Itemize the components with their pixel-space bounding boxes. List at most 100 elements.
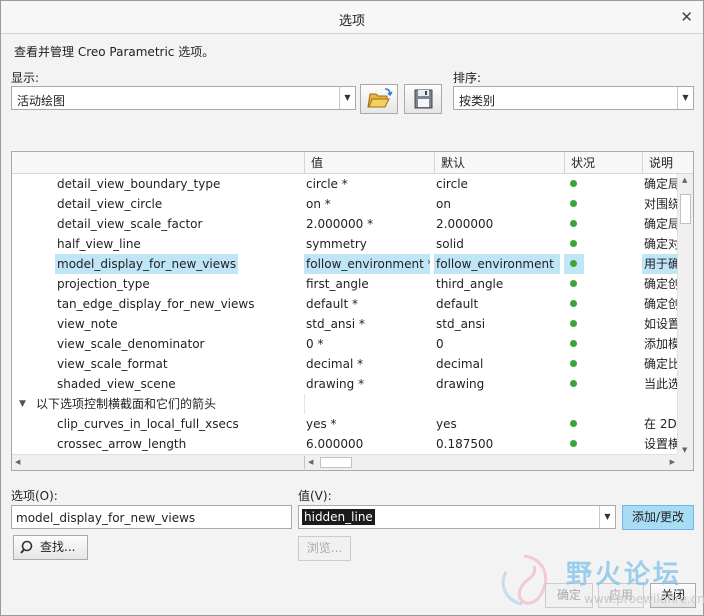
- option-name: half_view_line: [57, 237, 141, 251]
- option-default: yes: [436, 417, 457, 431]
- option-default: on: [436, 197, 451, 211]
- table-row[interactable]: projection_type first_angle third_angle 确定创: [12, 274, 678, 294]
- sort-select[interactable]: 按类别 ▼: [453, 86, 694, 110]
- option-name: crossec_arrow_length: [57, 437, 187, 451]
- scroll-up-icon[interactable]: ▲: [682, 176, 687, 184]
- display-label: 显示:: [11, 71, 40, 85]
- scroll-thumb[interactable]: [320, 457, 352, 468]
- option-value: first_angle: [306, 277, 369, 291]
- value-field-label: 值(V):: [298, 489, 332, 503]
- table-row[interactable]: shaded_view_scene drawing * drawing 当此选: [12, 374, 678, 394]
- option-name: projection_type: [57, 277, 150, 291]
- scroll-down-icon[interactable]: ▼: [682, 446, 687, 454]
- option-name: detail_view_scale_factor: [57, 217, 203, 231]
- table-row[interactable]: model_display_for_new_views follow_enviro…: [12, 254, 678, 274]
- scroll-right-icon[interactable]: ▶: [670, 458, 675, 466]
- option-name: detail_view_circle: [57, 197, 163, 211]
- magnifier-icon: [20, 536, 34, 566]
- watermark-text: 野火论坛: [566, 560, 683, 590]
- table-row[interactable]: detail_view_circle on * on 对围绕: [12, 194, 678, 214]
- table-row[interactable]: tan_edge_display_for_new_views default * d…: [12, 294, 678, 314]
- find-button[interactable]: 查找...: [13, 535, 88, 560]
- option-default: 0: [436, 337, 444, 351]
- option-default: third_angle: [436, 277, 504, 291]
- option-description: 用于确: [642, 254, 678, 274]
- status-dot-icon: [570, 420, 577, 427]
- option-input-value: model_display_for_new_views: [16, 511, 196, 525]
- column-option[interactable]: [12, 152, 304, 174]
- status-dot-icon: [570, 440, 577, 447]
- table-row[interactable]: detail_view_scale_factor 2.000000 * 2.0000…: [12, 214, 678, 234]
- option-value: decimal *: [306, 357, 364, 371]
- table-row[interactable]: view_scale_format decimal * decimal 确定比: [12, 354, 678, 374]
- option-name: view_scale_denominator: [57, 337, 205, 351]
- find-label: 查找...: [40, 540, 76, 554]
- status-dot-icon: [570, 180, 577, 187]
- option-value: drawing *: [306, 377, 365, 391]
- option-description: 确定创: [644, 297, 678, 311]
- scroll-left-icon[interactable]: ◀: [15, 458, 20, 466]
- option-description: 确定创: [644, 277, 678, 291]
- table-group-row[interactable]: ▼ 以下选项控制横截面和它们的箭头: [12, 394, 678, 414]
- table-row[interactable]: half_view_line symmetry solid 确定对: [12, 234, 678, 254]
- value-select[interactable]: hidden_line ▼: [298, 505, 616, 529]
- scroll-thumb[interactable]: [680, 194, 691, 224]
- table-row[interactable]: clip_curves_in_local_full_xsecs yes * yes 在…: [12, 414, 678, 434]
- option-description: 如设置: [644, 317, 678, 331]
- column-status[interactable]: 状况: [564, 152, 642, 174]
- option-name: tan_edge_display_for_new_views: [57, 297, 255, 311]
- status-dot-icon: [570, 340, 577, 347]
- option-value: circle *: [306, 177, 348, 191]
- option-input[interactable]: model_display_for_new_views: [11, 505, 292, 529]
- collapse-triangle-icon[interactable]: ▼: [19, 394, 26, 414]
- table-row[interactable]: view_scale_denominator 0 * 0 添加模: [12, 334, 678, 354]
- option-description: 确定对: [644, 237, 678, 251]
- status-dot-icon: [570, 380, 577, 387]
- option-value: symmetry: [306, 237, 367, 251]
- value-select-value: hidden_line: [302, 509, 375, 525]
- option-value: 6.000000: [306, 437, 364, 451]
- table-header: 值 默认 状况 说明: [12, 152, 693, 174]
- title-bar: 选项 ✕: [1, 1, 703, 34]
- option-value: yes *: [306, 417, 337, 431]
- table-row[interactable]: detail_view_boundary_type circle * circle 确…: [12, 174, 678, 194]
- watermark-logo-icon: [501, 554, 547, 606]
- option-description: 设置横: [644, 437, 678, 451]
- column-description[interactable]: 说明: [642, 152, 693, 174]
- option-name: view_note: [57, 317, 118, 331]
- vertical-scrollbar[interactable]: ▲ ▼: [677, 174, 693, 456]
- scroll-corner: [677, 454, 693, 470]
- close-icon[interactable]: ✕: [680, 8, 693, 26]
- option-value: 2.000000 *: [306, 217, 374, 231]
- column-separator: [304, 394, 305, 414]
- option-name: detail_view_boundary_type: [57, 177, 221, 191]
- table-row[interactable]: view_note std_ansi * std_ansi 如设置: [12, 314, 678, 334]
- display-select[interactable]: 活动绘图 ▼: [11, 86, 356, 110]
- open-button[interactable]: [360, 84, 398, 114]
- scroll-left-icon[interactable]: ◀: [308, 458, 313, 466]
- watermark-url: www.proewildfire.cn: [584, 592, 704, 606]
- display-value: 活动绘图: [17, 94, 66, 108]
- status-dot-icon: [570, 220, 577, 227]
- split-divider: [304, 456, 305, 469]
- dialog-title: 选项: [338, 14, 365, 29]
- save-button[interactable]: [404, 84, 442, 114]
- option-description: 当此选: [644, 377, 678, 391]
- option-default: 0.187500: [436, 437, 494, 451]
- browse-button[interactable]: 浏览...: [298, 536, 351, 561]
- option-value: follow_environment *: [304, 254, 430, 274]
- table-row[interactable]: crossec_arrow_length 6.000000 0.187500 设置横: [12, 434, 678, 454]
- status-dot-icon: [570, 300, 577, 307]
- option-default: default: [436, 297, 479, 311]
- status-dot-icon: [570, 240, 577, 247]
- group-label: 以下选项控制横截面和它们的箭头: [36, 397, 217, 411]
- intro-text: 查看并管理 Creo Parametric 选项。: [14, 45, 215, 59]
- horizontal-scrollbar[interactable]: ◀ ◀ ▶: [12, 454, 678, 470]
- add-change-button[interactable]: 添加/更改: [622, 505, 694, 530]
- option-default: follow_environment: [434, 254, 560, 274]
- column-value[interactable]: 值: [304, 152, 434, 174]
- option-value: default *: [306, 297, 359, 311]
- option-value: std_ansi *: [306, 317, 365, 331]
- column-default[interactable]: 默认: [434, 152, 564, 174]
- option-field-label: 选项(O):: [11, 489, 58, 503]
